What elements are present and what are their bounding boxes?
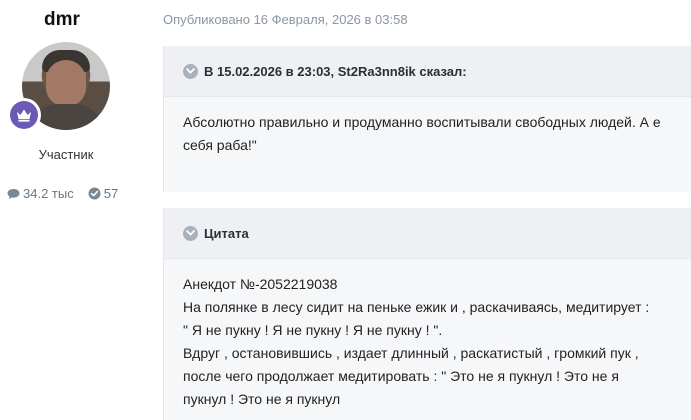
quote-line: " Я не пукну ! Я не пукну ! Я не пукну !… (183, 322, 443, 338)
quote-header[interactable]: Цитата (164, 208, 691, 259)
author-panel: dmr Участник 34.2 тыс 57 (0, 0, 150, 420)
author-name[interactable]: dmr (0, 9, 124, 31)
crown-icon (17, 109, 31, 122)
quote-content: Анекдот №-2052219038 На полянке в лесу с… (164, 259, 691, 411)
comment-icon (7, 188, 20, 199)
check-circle-icon (88, 187, 101, 200)
quote-header[interactable]: В 15.02.2026 в 23:03, St2Ra3nn8ik сказал… (164, 46, 691, 97)
quote-line: Абсолютно правильно и продуманно воспиты… (183, 114, 661, 130)
solutions-stat[interactable]: 57 (88, 186, 118, 201)
quote-line: Анекдот №-2052219038 (183, 276, 338, 292)
author-stats: 34.2 тыс 57 (7, 186, 118, 201)
post-date[interactable]: Опубликовано 16 Февраля, 2026 в 03:58 (163, 12, 408, 27)
solutions-count: 57 (103, 186, 119, 201)
quote-content: Абсолютно правильно и продуманно воспиты… (164, 97, 691, 157)
reputation-count: 34.2 тыс (23, 186, 74, 201)
chevron-down-icon[interactable] (183, 225, 198, 241)
quote-block: Цитата Анекдот №-2052219038 На полянке в… (163, 208, 691, 420)
quote-line: На полянке в лесу сидит на пеньке ежик и… (183, 299, 650, 315)
quote-citation: В 15.02.2026 в 23:03, St2Ra3nn8ik сказал… (204, 63, 467, 79)
chevron-down-icon[interactable] (183, 63, 198, 79)
quote-line: после чего продолжает медитировать : " Э… (183, 368, 619, 384)
quote-citation: Цитата (204, 225, 249, 241)
rank-title: Участник (38, 147, 94, 162)
quote-line: пукнул ! Это не я пукнул (183, 391, 341, 407)
quote-line: себя раба!" (183, 137, 257, 153)
quote-line: Вдруг , остановившись , издает длинный ,… (183, 345, 639, 361)
rank-badge (7, 98, 41, 132)
quote-block: В 15.02.2026 в 23:03, St2Ra3nn8ik сказал… (163, 46, 691, 192)
reputation-stat[interactable]: 34.2 тыс (7, 186, 74, 201)
